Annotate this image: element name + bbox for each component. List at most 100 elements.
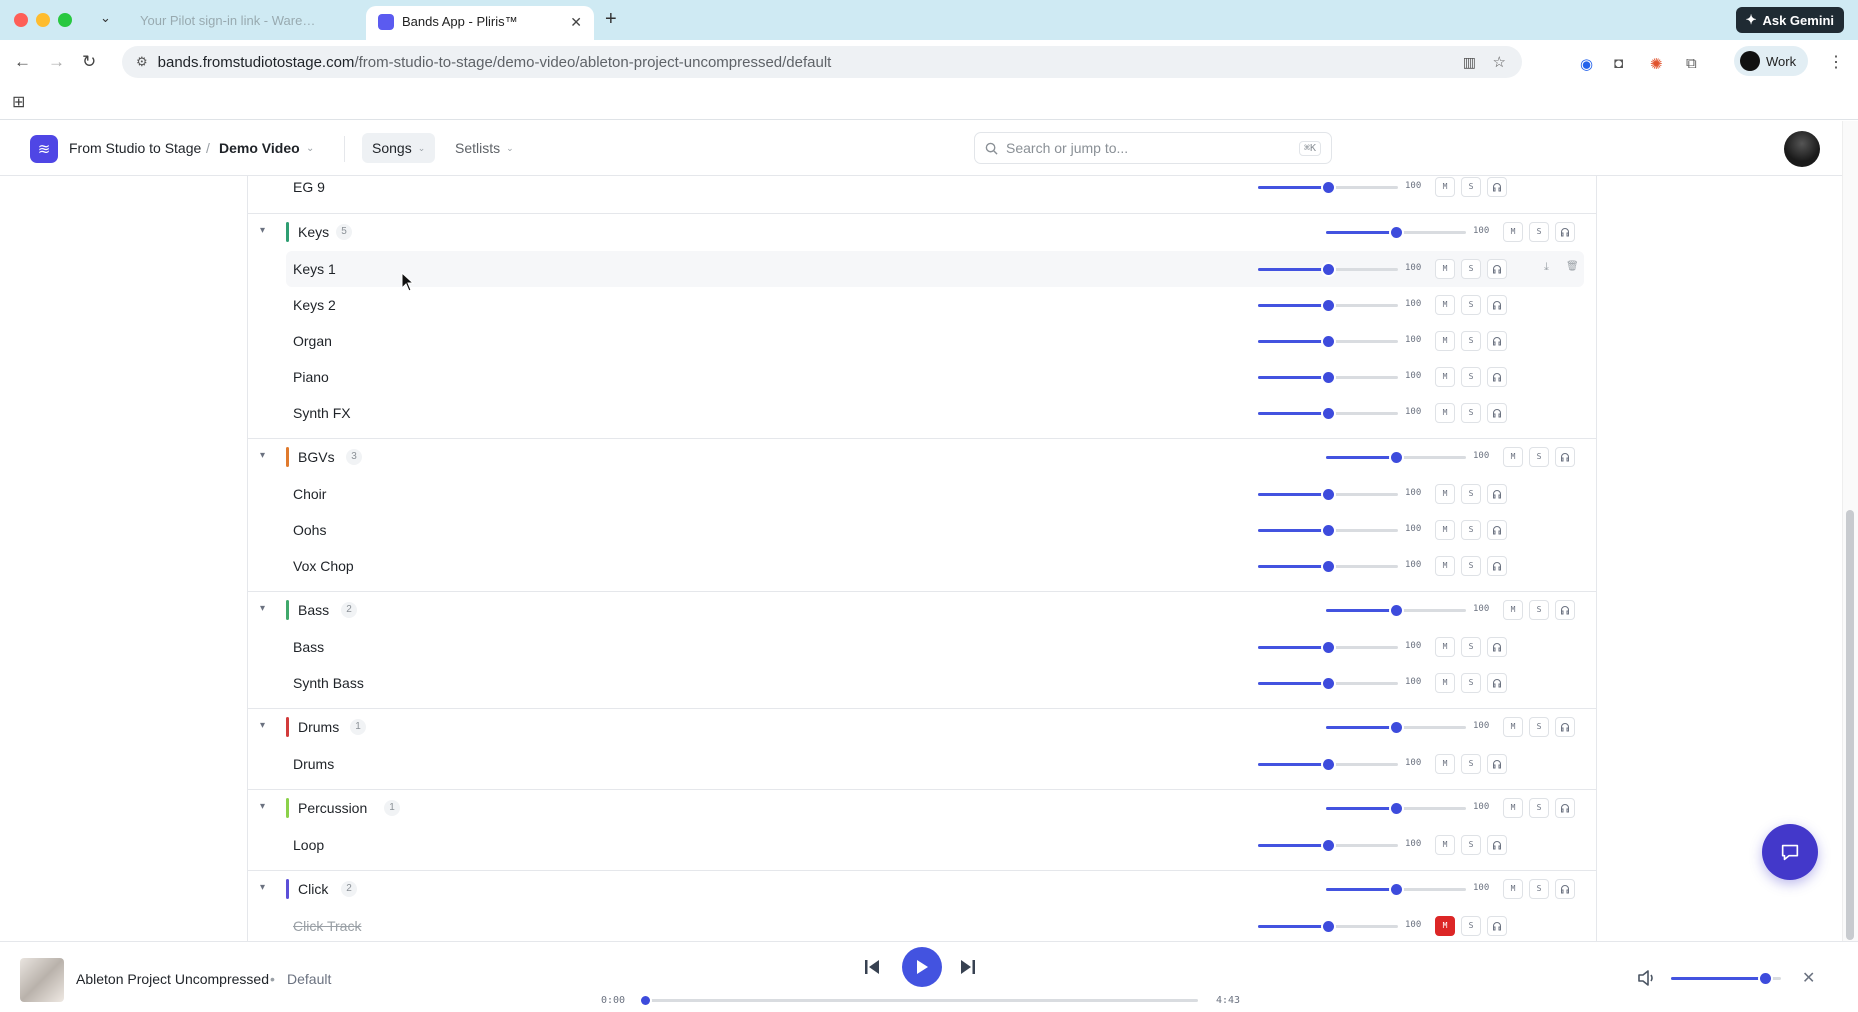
group-row-bass[interactable]: ▾ Bass 2 100 M S bbox=[248, 592, 1596, 628]
mute-button[interactable]: M bbox=[1435, 295, 1455, 315]
volume-slider[interactable] bbox=[1258, 408, 1398, 419]
solo-button[interactable]: S bbox=[1529, 600, 1549, 620]
track-row[interactable]: Vox Chop 100 M S bbox=[248, 548, 1596, 584]
volume-slider[interactable] bbox=[1326, 884, 1466, 895]
solo-button[interactable]: S bbox=[1461, 367, 1481, 387]
bookmark-star-icon[interactable]: ☆ bbox=[1493, 53, 1506, 71]
solo-button[interactable]: S bbox=[1461, 177, 1481, 197]
mute-button[interactable]: M bbox=[1435, 520, 1455, 540]
app-logo-icon[interactable]: ≋ bbox=[30, 135, 58, 163]
solo-button[interactable]: S bbox=[1529, 447, 1549, 467]
address-bar[interactable]: ⚙ bands.fromstudiotostage.com/from-studi… bbox=[122, 46, 1522, 78]
profile-button[interactable]: Work bbox=[1734, 46, 1809, 76]
track-row[interactable]: Synth FX 100 M S bbox=[248, 395, 1596, 431]
monitor-button[interactable] bbox=[1487, 754, 1507, 774]
solo-button[interactable]: S bbox=[1461, 403, 1481, 423]
volume-slider[interactable] bbox=[1258, 642, 1398, 653]
monitor-button[interactable] bbox=[1487, 673, 1507, 693]
monitor-button[interactable] bbox=[1487, 177, 1507, 197]
solo-button[interactable]: S bbox=[1461, 295, 1481, 315]
track-row[interactable]: Choir 100 M S bbox=[248, 476, 1596, 512]
volume-slider[interactable] bbox=[1326, 605, 1466, 616]
search-input[interactable]: Search or jump to... ⌘K bbox=[974, 132, 1332, 164]
group-collapse-chevron-icon[interactable]: ▾ bbox=[260, 882, 265, 893]
skip-back-icon[interactable] bbox=[863, 958, 881, 976]
monitor-button[interactable] bbox=[1487, 484, 1507, 504]
songs-menu-button[interactable]: Songs ⌄ bbox=[362, 133, 436, 163]
new-tab-icon[interactable]: + bbox=[605, 8, 617, 31]
track-row[interactable]: Bass 100 M S bbox=[248, 629, 1596, 665]
group-row-click[interactable]: ▾ Click 2 100 M S bbox=[248, 871, 1596, 907]
monitor-button[interactable] bbox=[1555, 879, 1575, 899]
monitor-button[interactable] bbox=[1487, 259, 1507, 279]
setlists-menu-button[interactable]: Setlists ⌄ bbox=[451, 133, 518, 163]
play-button[interactable] bbox=[902, 947, 942, 987]
solo-button[interactable]: S bbox=[1529, 717, 1549, 737]
camera-icon[interactable]: ◘ bbox=[1614, 55, 1623, 72]
solo-button[interactable]: S bbox=[1461, 556, 1481, 576]
solo-button[interactable]: S bbox=[1529, 222, 1549, 242]
solo-button[interactable]: S bbox=[1461, 835, 1481, 855]
volume-knob[interactable] bbox=[1323, 525, 1334, 536]
reader-mode-icon[interactable]: ▥ bbox=[1463, 54, 1476, 71]
volume-knob[interactable] bbox=[1323, 840, 1334, 851]
track-row[interactable]: EG 9 100 M S bbox=[248, 176, 1596, 205]
volume-knob[interactable] bbox=[1323, 372, 1334, 383]
solo-button[interactable]: S bbox=[1461, 484, 1481, 504]
monitor-button[interactable] bbox=[1487, 637, 1507, 657]
monitor-button[interactable] bbox=[1555, 798, 1575, 818]
mute-button[interactable]: M bbox=[1435, 484, 1455, 504]
project-chevron-down-icon[interactable]: ⌄ bbox=[306, 143, 314, 154]
volume-slider[interactable] bbox=[1326, 227, 1466, 238]
volume-slider[interactable] bbox=[1326, 452, 1466, 463]
solo-button[interactable]: S bbox=[1461, 916, 1481, 936]
mute-button[interactable]: M bbox=[1435, 673, 1455, 693]
browser-menu-icon[interactable]: ⋮ bbox=[1828, 52, 1844, 72]
monitor-button[interactable] bbox=[1487, 295, 1507, 315]
volume-knob[interactable] bbox=[1391, 452, 1402, 463]
group-row-keys[interactable]: ▾ Keys 5 100 M S bbox=[248, 214, 1596, 250]
solo-button[interactable]: S bbox=[1461, 331, 1481, 351]
user-avatar[interactable] bbox=[1784, 131, 1820, 167]
mute-button[interactable]: M bbox=[1503, 600, 1523, 620]
progress-slider[interactable] bbox=[641, 996, 1198, 1005]
monitor-button[interactable] bbox=[1487, 556, 1507, 576]
monitor-button[interactable] bbox=[1487, 367, 1507, 387]
track-row[interactable]: Keys 2 100 M S bbox=[248, 287, 1596, 323]
extension-sunburst-icon[interactable]: ✺ bbox=[1650, 55, 1663, 73]
trash-icon[interactable]: 🗑 bbox=[1566, 261, 1579, 272]
volume-slider[interactable] bbox=[1258, 336, 1398, 347]
volume-knob[interactable] bbox=[1323, 182, 1334, 193]
solo-button[interactable]: S bbox=[1461, 259, 1481, 279]
track-row[interactable]: Oohs 100 M S bbox=[248, 512, 1596, 548]
player-close-icon[interactable]: ✕ bbox=[1802, 968, 1815, 988]
volume-knob[interactable] bbox=[1323, 300, 1334, 311]
track-row[interactable]: Keys 1 100 M S ⤓ 🗑 bbox=[286, 251, 1584, 287]
monitor-button[interactable] bbox=[1555, 222, 1575, 242]
mute-button[interactable]: M bbox=[1435, 835, 1455, 855]
password-manager-icon[interactable]: ◉ bbox=[1580, 55, 1593, 73]
volume-knob[interactable] bbox=[1323, 759, 1334, 770]
volume-knob[interactable] bbox=[1323, 678, 1334, 689]
browser-tab-inactive[interactable]: Your Pilot sign-in link - Ware… bbox=[128, 8, 360, 34]
track-row[interactable]: Click Track 100 M S bbox=[248, 908, 1596, 941]
master-volume-slider[interactable] bbox=[1671, 973, 1781, 984]
progress-knob[interactable] bbox=[641, 996, 650, 1005]
volume-knob[interactable] bbox=[1323, 642, 1334, 653]
download-icon[interactable]: ⤓ bbox=[1544, 261, 1549, 274]
solo-button[interactable]: S bbox=[1461, 637, 1481, 657]
monitor-button[interactable] bbox=[1487, 520, 1507, 540]
volume-icon[interactable] bbox=[1637, 969, 1657, 987]
volume-knob[interactable] bbox=[1391, 884, 1402, 895]
volume-slider[interactable] bbox=[1258, 921, 1398, 932]
mute-button[interactable]: M bbox=[1503, 798, 1523, 818]
browser-tab-active[interactable]: Bands App - Pliris™ ✕ bbox=[366, 6, 594, 40]
volume-slider[interactable] bbox=[1258, 561, 1398, 572]
tab-close-icon[interactable]: ✕ bbox=[570, 14, 582, 40]
forward-icon[interactable]: → bbox=[48, 52, 65, 72]
volume-slider[interactable] bbox=[1258, 300, 1398, 311]
monitor-button[interactable] bbox=[1487, 835, 1507, 855]
master-volume-knob[interactable] bbox=[1759, 973, 1771, 984]
reload-icon[interactable]: ↻ bbox=[82, 52, 96, 72]
track-row[interactable]: Synth Bass 100 M S bbox=[248, 665, 1596, 701]
